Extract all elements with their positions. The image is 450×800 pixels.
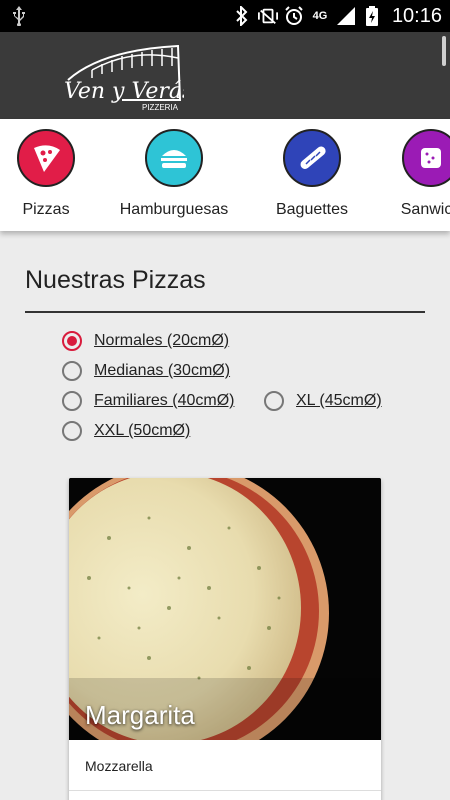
size-option-xl[interactable]: XL (45cmØ) (264, 391, 382, 411)
radio-unselected-icon[interactable] (62, 421, 82, 441)
size-option-familiares[interactable]: Familiares (40cmØ) (62, 391, 234, 411)
category-hamburguesas[interactable]: Hamburguesas (104, 119, 244, 231)
clock: 10:16 (391, 4, 442, 27)
scroll-indicator (442, 36, 446, 66)
category-bar: Pizzas Hamburguesas Baguettes Sanwich (0, 119, 450, 231)
card-divider (69, 790, 381, 791)
category-label: Pizzas (22, 201, 70, 218)
category-sanwich[interactable]: Sanwich (386, 119, 450, 231)
size-option-medianas[interactable]: Medianas (30cmØ) (62, 361, 230, 381)
radio-unselected-icon[interactable] (62, 391, 82, 411)
size-option-label[interactable]: XXL (50cmØ) (94, 422, 190, 440)
bluetooth-icon (232, 6, 252, 26)
network-type: 4G (312, 10, 328, 22)
signal-icon (336, 6, 356, 26)
size-option-label[interactable]: XL (45cmØ) (296, 392, 382, 410)
status-bar: 4G 10:16 (0, 0, 450, 32)
app-header: Ven y Verás PIZZERIA (0, 32, 450, 119)
product-name: Margarita (85, 700, 195, 730)
radio-selected-icon[interactable] (62, 331, 82, 351)
product-image[interactable]: Margarita (69, 478, 381, 740)
pizza-slice-icon (17, 129, 75, 187)
product-description: Mozzarella (85, 758, 153, 774)
brand-logo[interactable]: Ven y Verás PIZZERIA (62, 40, 193, 114)
baguette-icon (283, 129, 341, 187)
svg-text:PIZZERIA: PIZZERIA (142, 103, 179, 112)
size-option-xxl[interactable]: XXL (50cmØ) (62, 421, 190, 441)
radio-unselected-icon[interactable] (264, 391, 284, 411)
svg-text:Ven y Verás: Ven y Verás (64, 79, 184, 104)
product-card[interactable]: Margarita Mozzarella (69, 478, 381, 800)
category-label: Hamburguesas (119, 201, 229, 218)
burger-icon (145, 129, 203, 187)
category-baguettes[interactable]: Baguettes (262, 119, 362, 231)
radio-unselected-icon[interactable] (62, 361, 82, 381)
section-divider (25, 311, 425, 313)
vibrate-off-icon (257, 6, 278, 26)
size-option-label[interactable]: Medianas (30cmØ) (94, 362, 230, 380)
sandwich-icon (402, 129, 450, 187)
size-option-label[interactable]: Familiares (40cmØ) (94, 392, 234, 410)
usb-icon (12, 6, 26, 31)
battery-icon (362, 6, 382, 26)
size-option-normales[interactable]: Normales (20cmØ) (62, 331, 229, 351)
category-label: Baguettes (275, 201, 349, 218)
size-option-label[interactable]: Normales (20cmØ) (94, 332, 229, 350)
category-pizzas[interactable]: Pizzas (0, 119, 92, 231)
section-title: Nuestras Pizzas (25, 266, 206, 294)
alarm-icon (284, 6, 304, 26)
category-label: Sanwich (400, 201, 450, 218)
